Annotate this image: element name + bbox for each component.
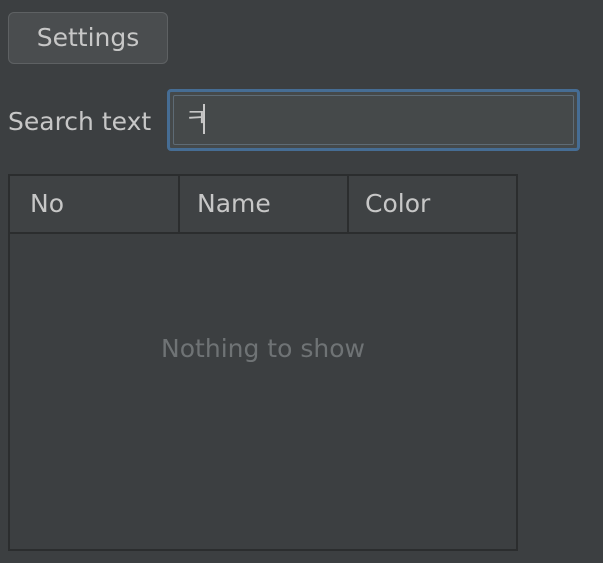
- results-table[interactable]: No Name Color Nothing to show: [8, 174, 518, 551]
- text-caret: [203, 104, 205, 134]
- column-header-no[interactable]: No: [10, 176, 180, 232]
- search-input-inner-border: [173, 95, 574, 145]
- search-input[interactable]: ㅋ: [167, 89, 580, 151]
- table-header: No Name Color: [10, 176, 516, 234]
- empty-state-text: Nothing to show: [161, 334, 365, 363]
- search-text-label: Search text: [8, 107, 152, 136]
- settings-button[interactable]: Settings: [8, 12, 168, 64]
- app-window: Settings Search text ㅋ No Name Color Not…: [0, 0, 603, 563]
- column-header-name[interactable]: Name: [180, 176, 349, 232]
- column-header-color[interactable]: Color: [349, 176, 516, 232]
